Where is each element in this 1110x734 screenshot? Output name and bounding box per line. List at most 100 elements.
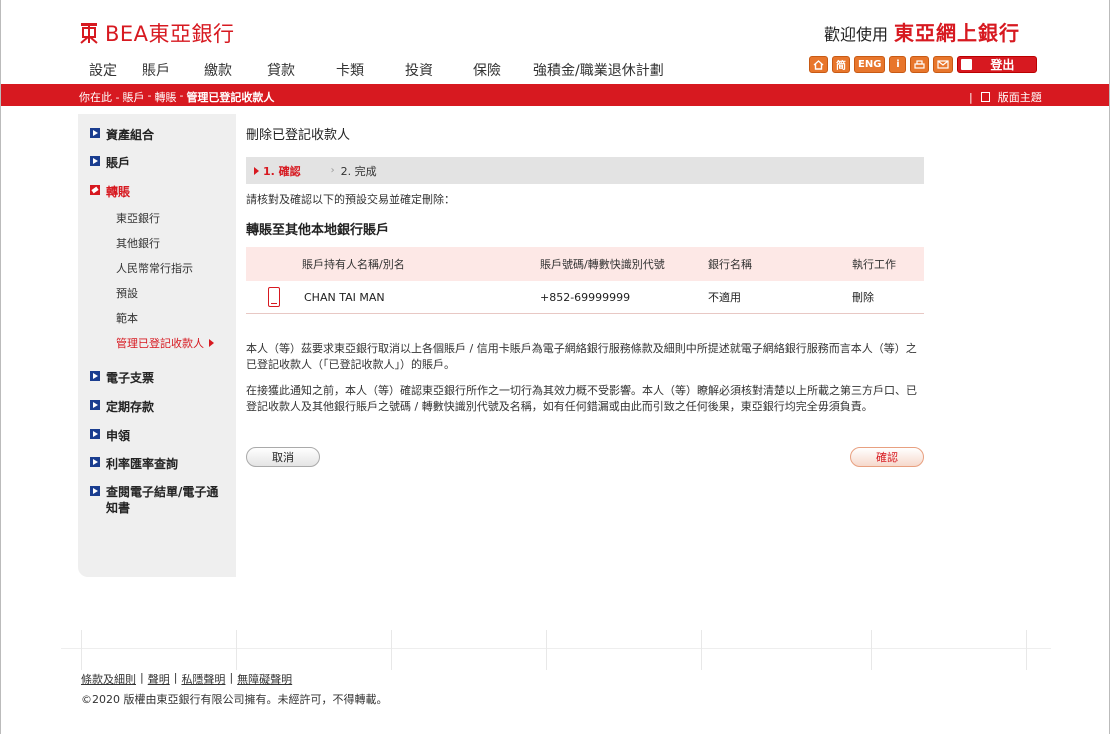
arrow-icon — [90, 128, 100, 138]
nav-payments[interactable]: 繳款 — [204, 60, 267, 80]
arrow-icon — [90, 457, 100, 467]
sidebar-item-time-deposit[interactable]: 定期存款 — [90, 398, 154, 415]
step-complete-label: 2. 完成 — [340, 164, 377, 178]
sidebar-subitem-label: 管理已登記收款人 — [116, 337, 204, 350]
print-icon[interactable] — [910, 56, 930, 73]
nav-loans[interactable]: 貸款 — [267, 60, 336, 80]
divider: | — [969, 90, 973, 104]
confirm-button[interactable]: 確認 — [850, 447, 924, 467]
mobile-phone-icon — [268, 287, 280, 307]
bea-logo[interactable]: BEA東亞銀行 — [79, 18, 235, 48]
logout-icon — [961, 59, 973, 70]
icon-cell — [246, 287, 302, 307]
cell-account-number: +852-69999999 — [540, 290, 631, 304]
arrow-icon — [90, 371, 100, 381]
nav-insurance[interactable]: 保險 — [473, 60, 533, 80]
nav-accounts[interactable]: 賬戶 — [142, 60, 204, 80]
bea-logo-icon — [80, 23, 98, 44]
arrow-icon — [90, 486, 100, 496]
mail-icon[interactable] — [933, 56, 954, 73]
decorative-line — [871, 630, 872, 670]
sidebar-subitem-bea[interactable]: 東亞銀行 — [116, 210, 160, 226]
table-header: 賬戶持有人名稱/別名 賬戶號碼/轉數快識別代號 銀行名稱 執行工作 — [246, 247, 924, 281]
sidebar: 資產組合 賬戶 轉賬 東亞銀行 其他銀行 人民幣常行指示 預設 範本 管理已登記… — [78, 114, 236, 577]
top-navigation: 設定 賬戶 繳款 貸款 卡類 投資 保險 強積金/職業退休計劃 — [89, 60, 664, 80]
breadcrumb-current: 管理已登記收款人 — [186, 91, 275, 104]
arrow-icon — [90, 429, 100, 439]
breadcrumb-bar: 你在此 - 賬戶 - 轉賬 - 管理已登記收款人 | 版面主題 — [1, 84, 1109, 106]
decorative-line — [61, 648, 1051, 649]
nav-settings[interactable]: 設定 — [89, 60, 142, 80]
breadcrumb-separator: - — [179, 89, 184, 102]
theme-label: 版面主題 — [997, 91, 1042, 104]
table-row: CHAN TAI MAN +852-69999999 不適用 刪除 — [246, 281, 924, 314]
step-indicator: 1. 確認 › 2. 完成 — [246, 157, 924, 184]
declaration-paragraph-1: 本人（等）茲要求東亞銀行取消以上各個賬戶 / 信用卡賬戶為電子網絡銀行服務條款及… — [246, 342, 917, 371]
footer-separator: | — [229, 671, 234, 684]
nav-cards[interactable]: 卡類 — [336, 60, 405, 80]
home-icon[interactable] — [809, 56, 828, 73]
column-header-action: 執行工作 — [852, 258, 896, 271]
column-header-account: 賬戶號碼/轉數快識別代號 — [540, 258, 665, 271]
chevron-right-icon: › — [330, 165, 335, 176]
decorative-line — [391, 630, 392, 670]
decorative-line — [546, 630, 547, 670]
sidebar-subitem-preset[interactable]: 預設 — [116, 285, 138, 301]
footer-link-terms[interactable]: 條款及細則 — [81, 671, 136, 687]
english-button[interactable]: ENG — [854, 56, 886, 73]
cyberbanking-title: 東亞網上銀行 — [894, 21, 1021, 45]
sidebar-item-rates[interactable]: 利率匯率查詢 — [90, 455, 178, 472]
nav-mpf[interactable]: 強積金/職業退休計劃 — [533, 60, 664, 80]
copyright-text: ©2020 版權由東亞銀行有限公司擁有。未經許可，不得轉載。 — [81, 693, 388, 706]
breadcrumb-accounts[interactable]: 賬戶 — [122, 89, 144, 105]
sidebar-item-transfer[interactable]: 轉賬 — [90, 183, 130, 200]
cell-bank-name: 不適用 — [708, 291, 741, 304]
page-title: 刪除已登記收款人 — [246, 128, 351, 143]
logout-button[interactable]: 登出 — [957, 56, 1038, 73]
sidebar-item-label: 賬戶 — [106, 156, 131, 170]
sidebar-item-label: 定期存款 — [106, 400, 155, 414]
breadcrumb: 你在此 - 賬戶 - 轉賬 - 管理已登記收款人 — [79, 89, 274, 105]
footer-link-accessibility[interactable]: 無障礙聲明 — [237, 671, 292, 687]
sidebar-subitem-rmb-standing[interactable]: 人民幣常行指示 — [116, 260, 193, 276]
footer-link-privacy[interactable]: 私隱聲明 — [181, 671, 225, 687]
payee-table: 賬戶持有人名稱/別名 賬戶號碼/轉數快識別代號 銀行名稱 執行工作 CHAN T… — [246, 247, 924, 314]
info-button[interactable]: i — [889, 56, 907, 73]
step-confirm-label: 1. 確認 — [263, 164, 301, 178]
breadcrumb-transfer[interactable]: 轉賬 — [154, 89, 176, 105]
cell-action: 刪除 — [852, 291, 874, 304]
sidebar-item-label: 利率匯率查詢 — [106, 457, 179, 471]
sidebar-item-accounts[interactable]: 賬戶 — [90, 154, 130, 171]
sidebar-item-label: 申領 — [106, 429, 131, 443]
decorative-line — [81, 630, 82, 670]
sidebar-subitem-manage-payees[interactable]: 管理已登記收款人 — [116, 335, 214, 351]
step-complete: › 2. 完成 — [331, 163, 377, 179]
sidebar-item-label: 資產組合 — [106, 128, 155, 142]
sidebar-item-label: 查閱電子結單/電子通知書 — [106, 485, 219, 515]
sidebar-item-apply[interactable]: 申領 — [90, 427, 130, 444]
simplified-chinese-button[interactable]: 简 — [832, 56, 850, 73]
column-header-name: 賬戶持有人名稱/別名 — [302, 258, 405, 271]
arrow-icon — [90, 400, 100, 410]
theme-icon — [980, 92, 990, 102]
page: BEA東亞銀行 歡迎使用 東亞網上銀行 設定 賬戶 繳款 貸款 卡類 投資 保險… — [0, 0, 1110, 734]
sidebar-item-label: 電子支票 — [106, 371, 155, 385]
sidebar-item-label: 轉賬 — [106, 185, 131, 199]
footer-link-disclaimer[interactable]: 聲明 — [148, 671, 170, 687]
nav-investment[interactable]: 投資 — [405, 60, 473, 80]
decorative-lines — [61, 630, 1051, 670]
current-arrow-icon — [209, 339, 214, 347]
sidebar-item-portfolio[interactable]: 資產組合 — [90, 126, 154, 143]
logo-text: BEA東亞銀行 — [105, 22, 235, 46]
sidebar-item-estatements[interactable]: 查閱電子結單/電子通知書 — [90, 484, 228, 516]
decorative-line — [701, 630, 702, 670]
sidebar-item-echeque[interactable]: 電子支票 — [90, 369, 154, 386]
sidebar-subitem-template[interactable]: 範本 — [116, 310, 138, 326]
instruction-text: 請核對及確認以下的預設交易並確定刪除： — [246, 193, 455, 206]
theme-selector[interactable]: | 版面主題 — [969, 89, 1042, 105]
breadcrumb-separator: - — [147, 89, 152, 102]
cancel-button[interactable]: 取消 — [246, 447, 320, 467]
welcome-banner: 歡迎使用 東亞網上銀行 — [824, 17, 1020, 46]
welcome-text: 歡迎使用 — [824, 25, 889, 44]
sidebar-subitem-other-banks[interactable]: 其他銀行 — [116, 235, 160, 251]
